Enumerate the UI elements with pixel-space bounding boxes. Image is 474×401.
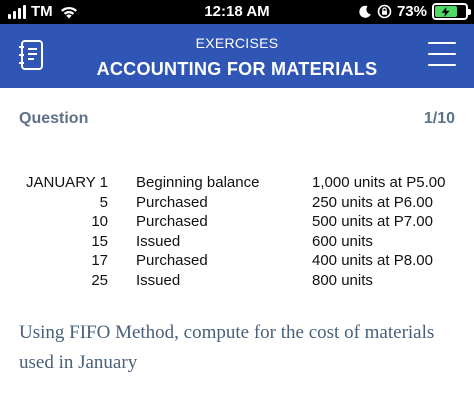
table-row: 17 Purchased 400 units at P8.00 (26, 252, 456, 272)
row-date: 17 (91, 252, 108, 269)
row-description: Issued (136, 232, 181, 250)
hamburger-menu-icon[interactable] (428, 42, 456, 66)
row-detail: 250 units at P6.00 (312, 193, 433, 211)
table-row: 25 Issued 800 units (26, 272, 456, 292)
row-date: 5 (99, 193, 108, 211)
row-detail: 1,000 units at P5.00 (312, 174, 446, 191)
table-row: 5 Purchased 250 units at P6.00 (26, 194, 456, 214)
question-label: Question (19, 110, 89, 127)
battery-level-fill (435, 6, 457, 17)
question-prompt: Using FIFO Method, compute for the cost … (19, 322, 435, 373)
row-detail: 500 units at P7.00 (312, 213, 433, 230)
table-row: 15 Issued 600 units (26, 233, 456, 253)
status-right: 73% (358, 3, 471, 20)
transaction-table: JANUARY 1 Beginning balance 1,000 units … (26, 174, 456, 291)
lock-rotation-icon (377, 4, 392, 19)
row-description: Beginning balance (136, 174, 260, 191)
question-counter: 1/10 (423, 110, 455, 127)
row-date: 25 (91, 271, 108, 289)
header-titles: EXERCISES ACCOUNTING FOR MATERIALS (0, 35, 474, 80)
row-description: Purchased (136, 213, 208, 230)
moon-icon (359, 5, 371, 18)
app-header: EXERCISES ACCOUNTING FOR MATERIALS (0, 24, 474, 88)
row-date: 15 (91, 232, 108, 250)
battery-percent: 73% (396, 3, 427, 20)
status-bar: TM 12:18 AM 73% (0, 0, 474, 24)
row-date: 10 (91, 213, 108, 230)
row-description: Issued (136, 271, 181, 289)
table-row: 10 Purchased 500 units at P7.00 (26, 213, 456, 233)
battery-charging-icon (432, 3, 471, 20)
row-detail: 800 units (312, 271, 373, 289)
header-subtitle: EXERCISES (195, 35, 279, 51)
bolt-icon (441, 6, 450, 17)
page-title: ACCOUNTING FOR MATERIALS (96, 59, 378, 79)
row-description: Purchased (136, 193, 208, 211)
table-row: JANUARY 1 Beginning balance 1,000 units … (26, 174, 456, 194)
row-description: Purchased (136, 252, 208, 269)
row-detail: 600 units (312, 232, 373, 250)
row-date: JANUARY 1 (26, 174, 108, 191)
row-detail: 400 units at P8.00 (312, 252, 433, 269)
